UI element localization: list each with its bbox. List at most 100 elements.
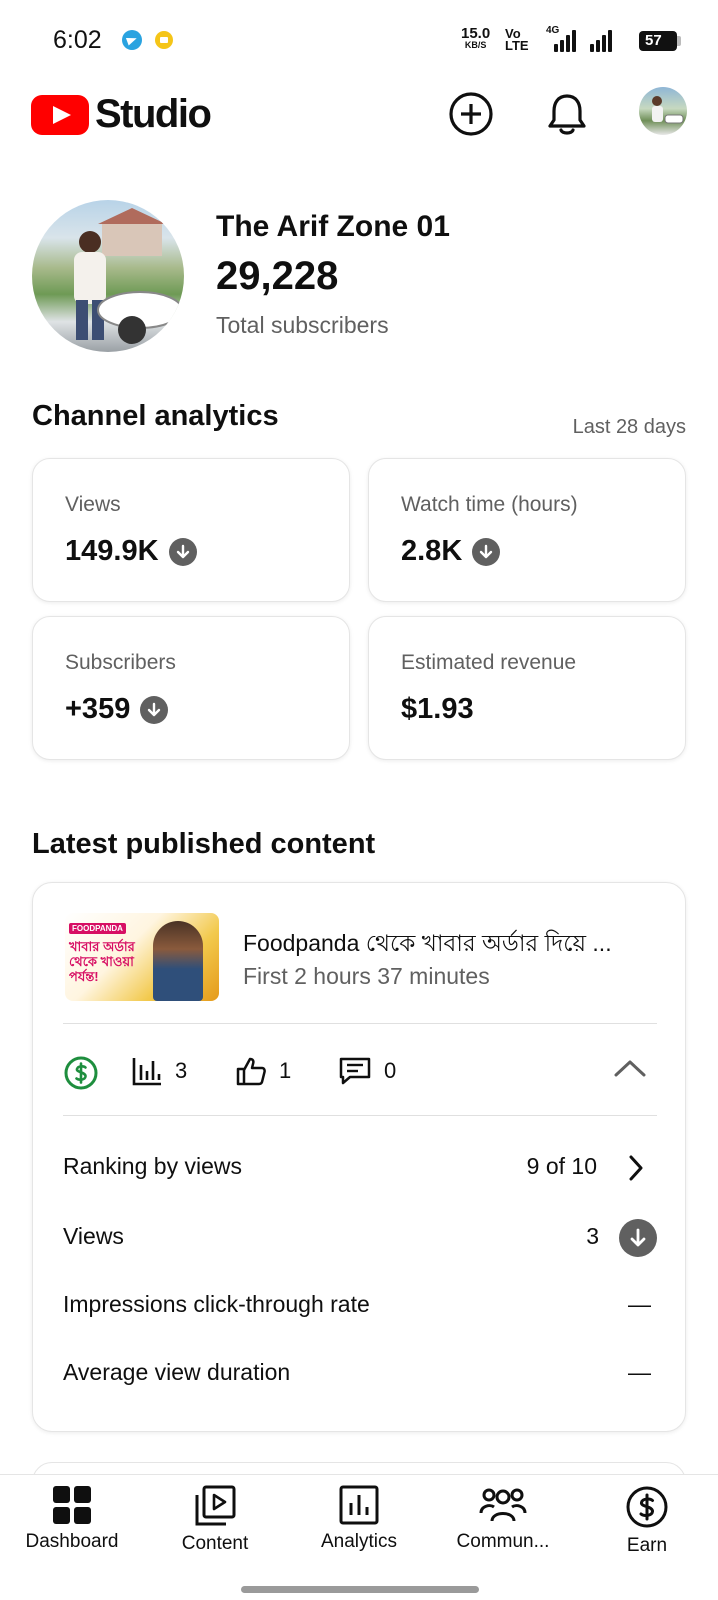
nav-label: Analytics: [320, 1531, 398, 1552]
monetization-status: [63, 1055, 111, 1091]
analytics-card-revenue[interactable]: Estimated revenue $1.93: [368, 616, 686, 760]
trend-down-icon: [472, 537, 501, 566]
telegram-icon: [122, 30, 142, 50]
bottom-nav: Dashboard Content Analytics Commun... Ea…: [0, 1474, 718, 1600]
nav-label: Earn: [626, 1535, 668, 1556]
card-label: Views: [65, 493, 121, 516]
subscriber-count: 29,228: [216, 254, 339, 298]
channel-avatar[interactable]: [32, 200, 184, 352]
plus-circle-icon: [449, 92, 493, 136]
channel-name: The Arif Zone 01: [216, 210, 450, 243]
divider: [63, 1023, 657, 1024]
card-label: Subscribers: [65, 651, 176, 674]
latest-content-card: FOODPANDA খাবার অর্ডার থেকে খাওয়া পর্যন…: [32, 882, 686, 1432]
row-label: Views: [63, 1223, 124, 1249]
card-value-text: 149.9K: [65, 535, 159, 567]
thumbnail-badge: FOODPANDA: [69, 923, 126, 934]
signal-icon: [586, 30, 622, 52]
trend-down-icon: [168, 537, 197, 566]
video-subtitle: First 2 hours 37 minutes: [243, 963, 490, 989]
content-icon: [195, 1485, 236, 1526]
row-label: Average view duration: [63, 1359, 291, 1385]
views-count: 3: [175, 1058, 188, 1083]
latest-content-title: Latest published content: [32, 828, 376, 860]
analytics-card-watch-time[interactable]: Watch time (hours) 2.8K: [368, 458, 686, 602]
account-avatar[interactable]: [639, 87, 687, 135]
collapse-button[interactable]: [613, 1057, 647, 1084]
thumbs-up-icon: [236, 1057, 266, 1086]
logo-text: Studio: [95, 92, 212, 136]
youtube-logo-icon: [31, 94, 89, 135]
comments-metric: 0: [338, 1055, 396, 1087]
chevron-up-icon: [614, 1060, 646, 1077]
avatar-figure: [652, 96, 684, 124]
video-title[interactable]: Foodpanda থেকে খাবার অর্ডার দিয়ে ...: [243, 925, 663, 964]
notifications-button[interactable]: [539, 86, 595, 142]
chevron-right-icon: [629, 1155, 643, 1181]
signal-icon: [550, 30, 586, 52]
likes-metric: 1: [235, 1055, 291, 1087]
nav-dashboard[interactable]: Dashboard: [2, 1485, 142, 1571]
video-thumbnail[interactable]: FOODPANDA খাবার অর্ডার থেকে খাওয়া পর্যন…: [65, 913, 219, 1001]
card-label: Estimated revenue: [401, 651, 577, 674]
trend-down-icon: [619, 1219, 657, 1257]
analytics-card-subscribers[interactable]: Subscribers +359: [32, 616, 350, 760]
views-metric: 3: [131, 1055, 187, 1087]
ranking-row[interactable]: Ranking by views 9 of 10: [63, 1147, 657, 1187]
channel-photo: [74, 208, 183, 344]
dollar-circle-icon: [64, 1056, 98, 1090]
avg-duration-row: Average view duration —: [63, 1353, 657, 1393]
nav-label: Dashboard: [25, 1531, 119, 1552]
volte-bottom: LTE: [505, 38, 529, 53]
community-icon: [479, 1488, 527, 1522]
home-indicator[interactable]: [241, 1586, 479, 1593]
card-value: 149.9K: [65, 535, 197, 568]
app-header: Studio: [0, 80, 718, 166]
network-speed-unit: KB/S: [464, 40, 487, 50]
card-value: 2.8K: [401, 535, 501, 568]
status-bar: 6:02 15.0 KB/S Vo LTE 4G 57: [0, 0, 718, 80]
ctr-row: Impressions click-through rate —: [63, 1285, 657, 1325]
card-value-text: +359: [65, 693, 131, 725]
volte-indicator: Vo LTE: [505, 27, 529, 53]
card-value-text: $1.93: [401, 693, 474, 725]
analytics-title: Channel analytics: [32, 400, 279, 432]
battery-icon: 57: [639, 31, 681, 51]
card-value-text: 2.8K: [401, 535, 463, 567]
card-value: +359: [65, 693, 169, 726]
thumbnail-person: [153, 921, 203, 1001]
subscriber-label: Total subscribers: [216, 312, 389, 338]
row-value: —: [628, 1359, 651, 1385]
battery-level: 57: [645, 32, 662, 49]
nav-analytics[interactable]: Analytics: [289, 1485, 429, 1571]
network-speed: 15.0 KB/S: [461, 26, 490, 50]
studio-logo[interactable]: Studio: [31, 92, 212, 137]
row-value: 9 of 10: [526, 1153, 597, 1179]
likes-count: 1: [279, 1058, 292, 1083]
card-label: Watch time (hours): [401, 493, 578, 516]
comment-icon: [339, 1057, 371, 1085]
analytics-card-views[interactable]: Views 149.9K: [32, 458, 350, 602]
earn-icon: [626, 1486, 668, 1528]
views-row: Views 3: [63, 1217, 657, 1257]
nav-earn[interactable]: Earn: [577, 1485, 717, 1571]
row-value: —: [628, 1291, 651, 1317]
comments-count: 0: [384, 1058, 397, 1083]
notification-app-icon: [155, 31, 173, 49]
channel-summary: The Arif Zone 01 29,228 Total subscriber…: [0, 196, 718, 352]
dashboard-icon: [53, 1486, 91, 1524]
bar-chart-icon: [132, 1058, 161, 1086]
analytics-icon: [339, 1485, 379, 1525]
divider: [63, 1115, 657, 1116]
status-time: 6:02: [53, 26, 102, 54]
bell-icon: [548, 94, 586, 135]
create-button[interactable]: [443, 86, 499, 142]
card-value: $1.93: [401, 693, 474, 726]
analytics-period[interactable]: Last 28 days: [573, 416, 686, 439]
nav-community[interactable]: Commun...: [433, 1485, 573, 1571]
nav-label: Content: [181, 1533, 249, 1554]
nav-label: Commun...: [456, 1531, 550, 1552]
row-label: Impressions click-through rate: [63, 1291, 370, 1317]
nav-content[interactable]: Content: [145, 1485, 285, 1571]
row-value: 3: [586, 1223, 599, 1249]
